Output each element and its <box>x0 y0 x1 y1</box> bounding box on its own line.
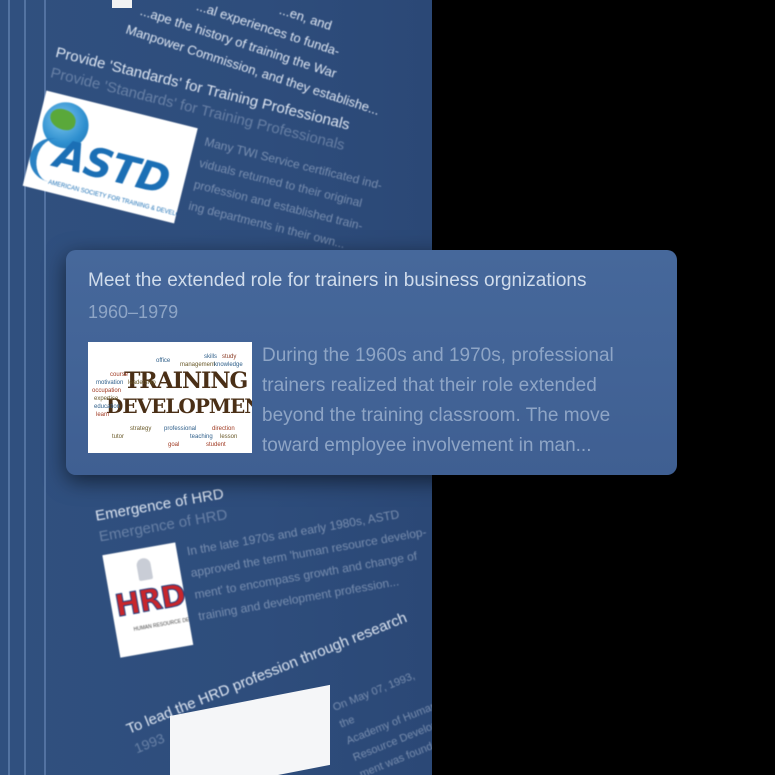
timeline-card-selected[interactable]: Meet the extended role for trainers in b… <box>66 250 677 475</box>
hrd-logo-text: HRD <box>112 577 188 625</box>
panel-edge-line <box>8 0 10 775</box>
person-icon <box>135 557 154 582</box>
training-development-image: TRAINING DEVELOPMENT skills study manage… <box>88 342 252 453</box>
word-cloud-headline: DEVELOPMENT <box>106 394 252 418</box>
astd-logo-text: ASTD <box>49 131 174 205</box>
card-title: Meet the extended role for trainers in b… <box>88 270 587 291</box>
card-description: During the 1960s and 1970s, professional… <box>262 345 614 456</box>
card-years: 1960–1979 <box>88 302 179 322</box>
hrd-logo-image: HRD HUMAN RESOURCE DEVELOPMENT <box>102 542 194 658</box>
panel-edge-line <box>24 0 26 775</box>
timeline-view: ...en, and ...al experiences to funda- .… <box>0 0 775 775</box>
image-thumbnail <box>112 0 132 8</box>
entry-body: On May 07, 1993, the Academy of Human Re… <box>331 670 432 775</box>
